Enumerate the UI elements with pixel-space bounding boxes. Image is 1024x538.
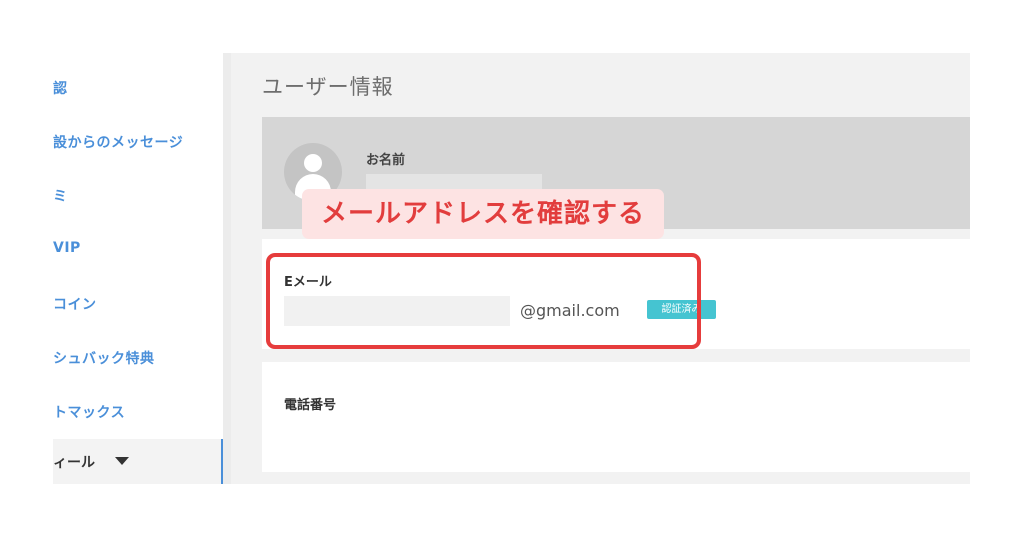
sidebar-item-max[interactable]: トマックス — [53, 402, 125, 422]
avatar-head-shape — [304, 154, 322, 172]
sidebar: 認 設からのメッセージ ミ VIP コイン シュバック特典 トマックス ィール — [53, 53, 223, 484]
screenshot-canvas: 認 設からのメッセージ ミ VIP コイン シュバック特典 トマックス ィール … — [0, 0, 1024, 538]
sidebar-divider — [223, 53, 231, 484]
sidebar-item-cashback[interactable]: シュバック特典 — [53, 348, 155, 368]
annotation-callout: メールアドレスを確認する — [302, 189, 664, 239]
name-label: お名前 — [366, 153, 406, 168]
caret-down-icon[interactable] — [115, 457, 129, 465]
sidebar-item-vip[interactable]: VIP — [53, 240, 81, 256]
sidebar-item-messages[interactable]: 設からのメッセージ — [53, 132, 183, 152]
annotation-highlight-box — [266, 253, 701, 349]
phone-card: 電話番号 — [262, 362, 970, 472]
page-title: ユーザー情報 — [262, 75, 394, 99]
phone-label: 電話番号 — [284, 398, 337, 413]
sidebar-item-mi[interactable]: ミ — [53, 186, 68, 206]
sidebar-item-profile[interactable]: ィール — [53, 439, 223, 484]
sidebar-item-profile-label: ィール — [53, 455, 95, 471]
sidebar-item-verify[interactable]: 認 — [53, 78, 68, 98]
sidebar-item-coin[interactable]: コイン — [53, 294, 97, 314]
